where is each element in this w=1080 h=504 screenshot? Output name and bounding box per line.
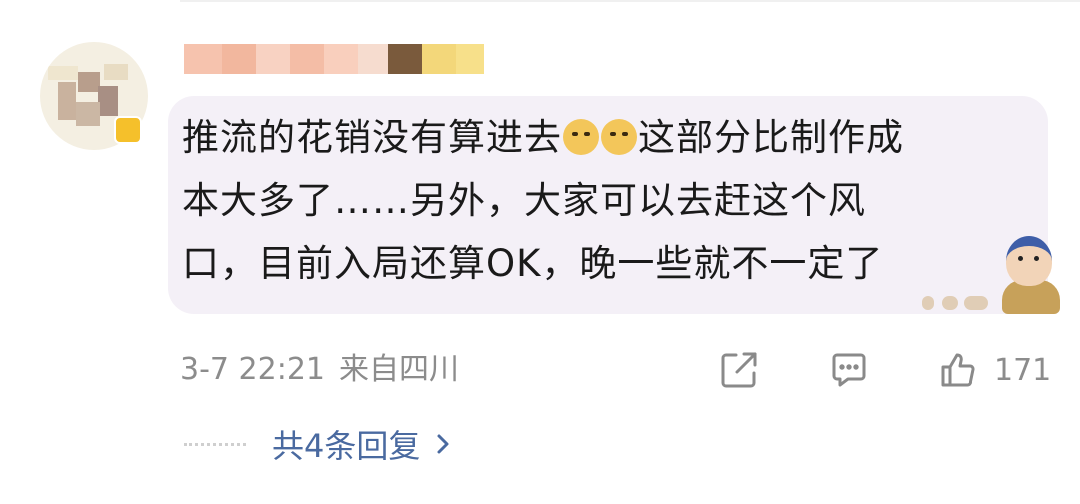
like-count: 171 bbox=[994, 352, 1052, 388]
replies-count-label: 共4条回复 bbox=[272, 427, 421, 465]
chevron-right-icon bbox=[437, 434, 449, 454]
comment-text-line1-b: 这部分比制作成 bbox=[638, 116, 904, 159]
girl-with-pearl-earring-sticker-icon bbox=[996, 232, 1068, 316]
comment-text-line2: 本大多了……另外，大家可以去赶这个风 bbox=[182, 179, 866, 222]
comment-text-line3: 口，目前入局还算OK，晚一些就不一定了 bbox=[182, 242, 884, 285]
like-button[interactable]: 171 bbox=[938, 348, 1051, 392]
sticker-deco bbox=[922, 296, 934, 310]
comment-button[interactable] bbox=[828, 348, 870, 392]
comment-text-line1-a: 推流的花销没有算进去 bbox=[182, 116, 562, 159]
comment-text: 推流的花销没有算进去 这部分比制作成 本大多了……另外，大家可以去赶这个风 口，目… bbox=[182, 106, 1032, 295]
vip-badge-icon bbox=[114, 116, 142, 144]
reply-indent-dots bbox=[184, 442, 246, 446]
sticker-deco bbox=[942, 296, 958, 310]
share-icon bbox=[721, 352, 757, 388]
username-blurred[interactable] bbox=[184, 40, 484, 78]
doge-emoji-icon bbox=[601, 119, 637, 155]
comment-card: 推流的花销没有算进去 这部分比制作成 本大多了……另外，大家可以去赶这个风 口，目… bbox=[0, 0, 1080, 504]
view-replies-link[interactable]: 共4条回复 bbox=[184, 420, 452, 468]
comment-meta: 3-7 22:21 来自四川 bbox=[180, 350, 473, 390]
sticker-deco bbox=[964, 296, 988, 310]
divider bbox=[180, 0, 1080, 2]
comment-date: 3-7 22:21 bbox=[180, 352, 325, 387]
comment-location: 来自四川 bbox=[339, 352, 459, 387]
thumbs-up-icon bbox=[941, 353, 975, 387]
doge-emoji-icon bbox=[563, 119, 599, 155]
comment-icon bbox=[832, 353, 866, 387]
share-button[interactable] bbox=[718, 348, 760, 392]
